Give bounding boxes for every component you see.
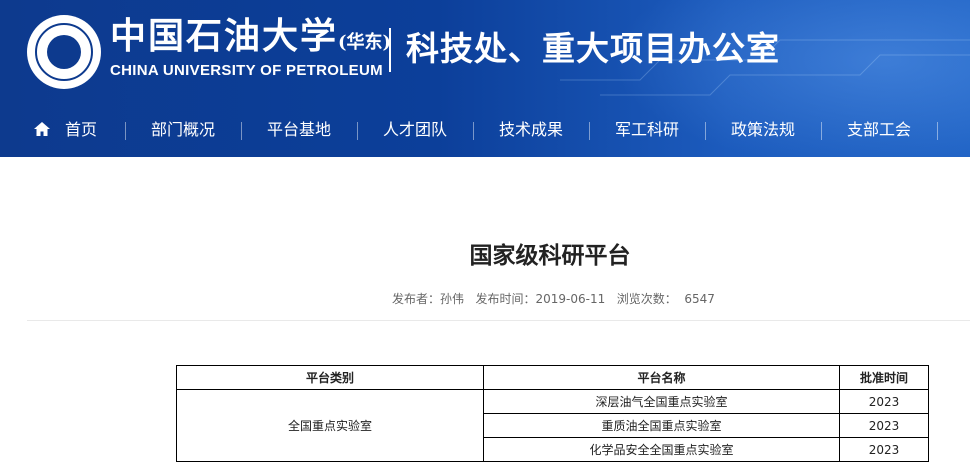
nav-separator bbox=[937, 122, 938, 140]
nav-item-union[interactable]: 支部工会 bbox=[834, 110, 924, 150]
meta-divider bbox=[27, 320, 970, 321]
platform-name-cell: 化学品安全全国重点实验室 bbox=[483, 437, 840, 462]
date-value: 2019-06-11 bbox=[535, 292, 606, 306]
nav-separator bbox=[821, 122, 822, 140]
site-header: 中国石油大学(华东) CHINA UNIVERSITY OF PETROLEUM… bbox=[0, 0, 970, 157]
table-header-row: 平台类别 平台名称 批准时间 bbox=[176, 365, 929, 390]
publisher-value: 孙伟 bbox=[440, 292, 465, 306]
nav-separator bbox=[589, 122, 590, 140]
page-title: 国家级科研平台 bbox=[469, 243, 631, 269]
office-title: 科技处、重大项目办公室 bbox=[406, 29, 780, 68]
header-divider bbox=[389, 28, 391, 72]
nav-item-home[interactable]: 首页 bbox=[33, 110, 103, 150]
nav-separator bbox=[705, 122, 706, 140]
nav-item-platforms[interactable]: 平台基地 bbox=[254, 110, 344, 150]
home-icon bbox=[34, 122, 50, 136]
platform-name-cell: 深层油气全国重点实验室 bbox=[483, 389, 840, 414]
nav-item-military[interactable]: 军工科研 bbox=[602, 110, 692, 150]
category-cell: 全国重点实验室 bbox=[176, 389, 484, 462]
views-label: 浏览次数： bbox=[616, 292, 677, 306]
nav-label: 首页 bbox=[65, 120, 98, 139]
table-row: 全国重点实验室 深层油气全国重点实验室 2023 bbox=[176, 389, 929, 462]
nav-separator bbox=[241, 122, 242, 140]
approval-year-cell: 2023 bbox=[839, 389, 929, 414]
nav-item-policy[interactable]: 政策法规 bbox=[718, 110, 808, 150]
nav-separator bbox=[473, 122, 474, 140]
views-value: 6547 bbox=[684, 292, 715, 306]
approval-year-cell: 2023 bbox=[839, 413, 929, 438]
main-nav: 首页 部门概况 平台基地 人才团队 技术成果 军工科研 政策法规 支部工会 bbox=[0, 110, 970, 150]
nav-item-department[interactable]: 部门概况 bbox=[138, 110, 228, 150]
nav-item-achievements[interactable]: 技术成果 bbox=[486, 110, 576, 150]
platform-table: 平台类别 平台名称 批准时间 全国重点实验室 深层油气全国重点实验室 2023 … bbox=[176, 365, 929, 462]
logo-core bbox=[47, 35, 81, 69]
nav-item-talent[interactable]: 人才团队 bbox=[370, 110, 460, 150]
column-header-category: 平台类别 bbox=[176, 365, 484, 390]
platform-name-cell: 重质油全国重点实验室 bbox=[483, 413, 840, 438]
approval-year-cell: 2023 bbox=[839, 437, 929, 462]
university-name-en: CHINA UNIVERSITY OF PETROLEUM bbox=[110, 62, 383, 79]
article-meta: 发布者：孙伟 发布时间：2019-06-11 浏览次数： 6547 bbox=[392, 290, 715, 307]
university-name-cn: 中国石油大学(华东) bbox=[110, 14, 391, 65]
university-name-cn-text: 中国石油大学 bbox=[110, 15, 339, 57]
publisher-label: 发布者： bbox=[392, 292, 441, 306]
university-campus: (华东) bbox=[338, 32, 392, 53]
date-label: 发布时间： bbox=[475, 292, 536, 306]
university-logo[interactable] bbox=[27, 15, 101, 89]
nav-separator bbox=[125, 122, 126, 140]
column-header-year: 批准时间 bbox=[839, 365, 929, 390]
nav-separator bbox=[357, 122, 358, 140]
column-header-name: 平台名称 bbox=[483, 365, 840, 390]
